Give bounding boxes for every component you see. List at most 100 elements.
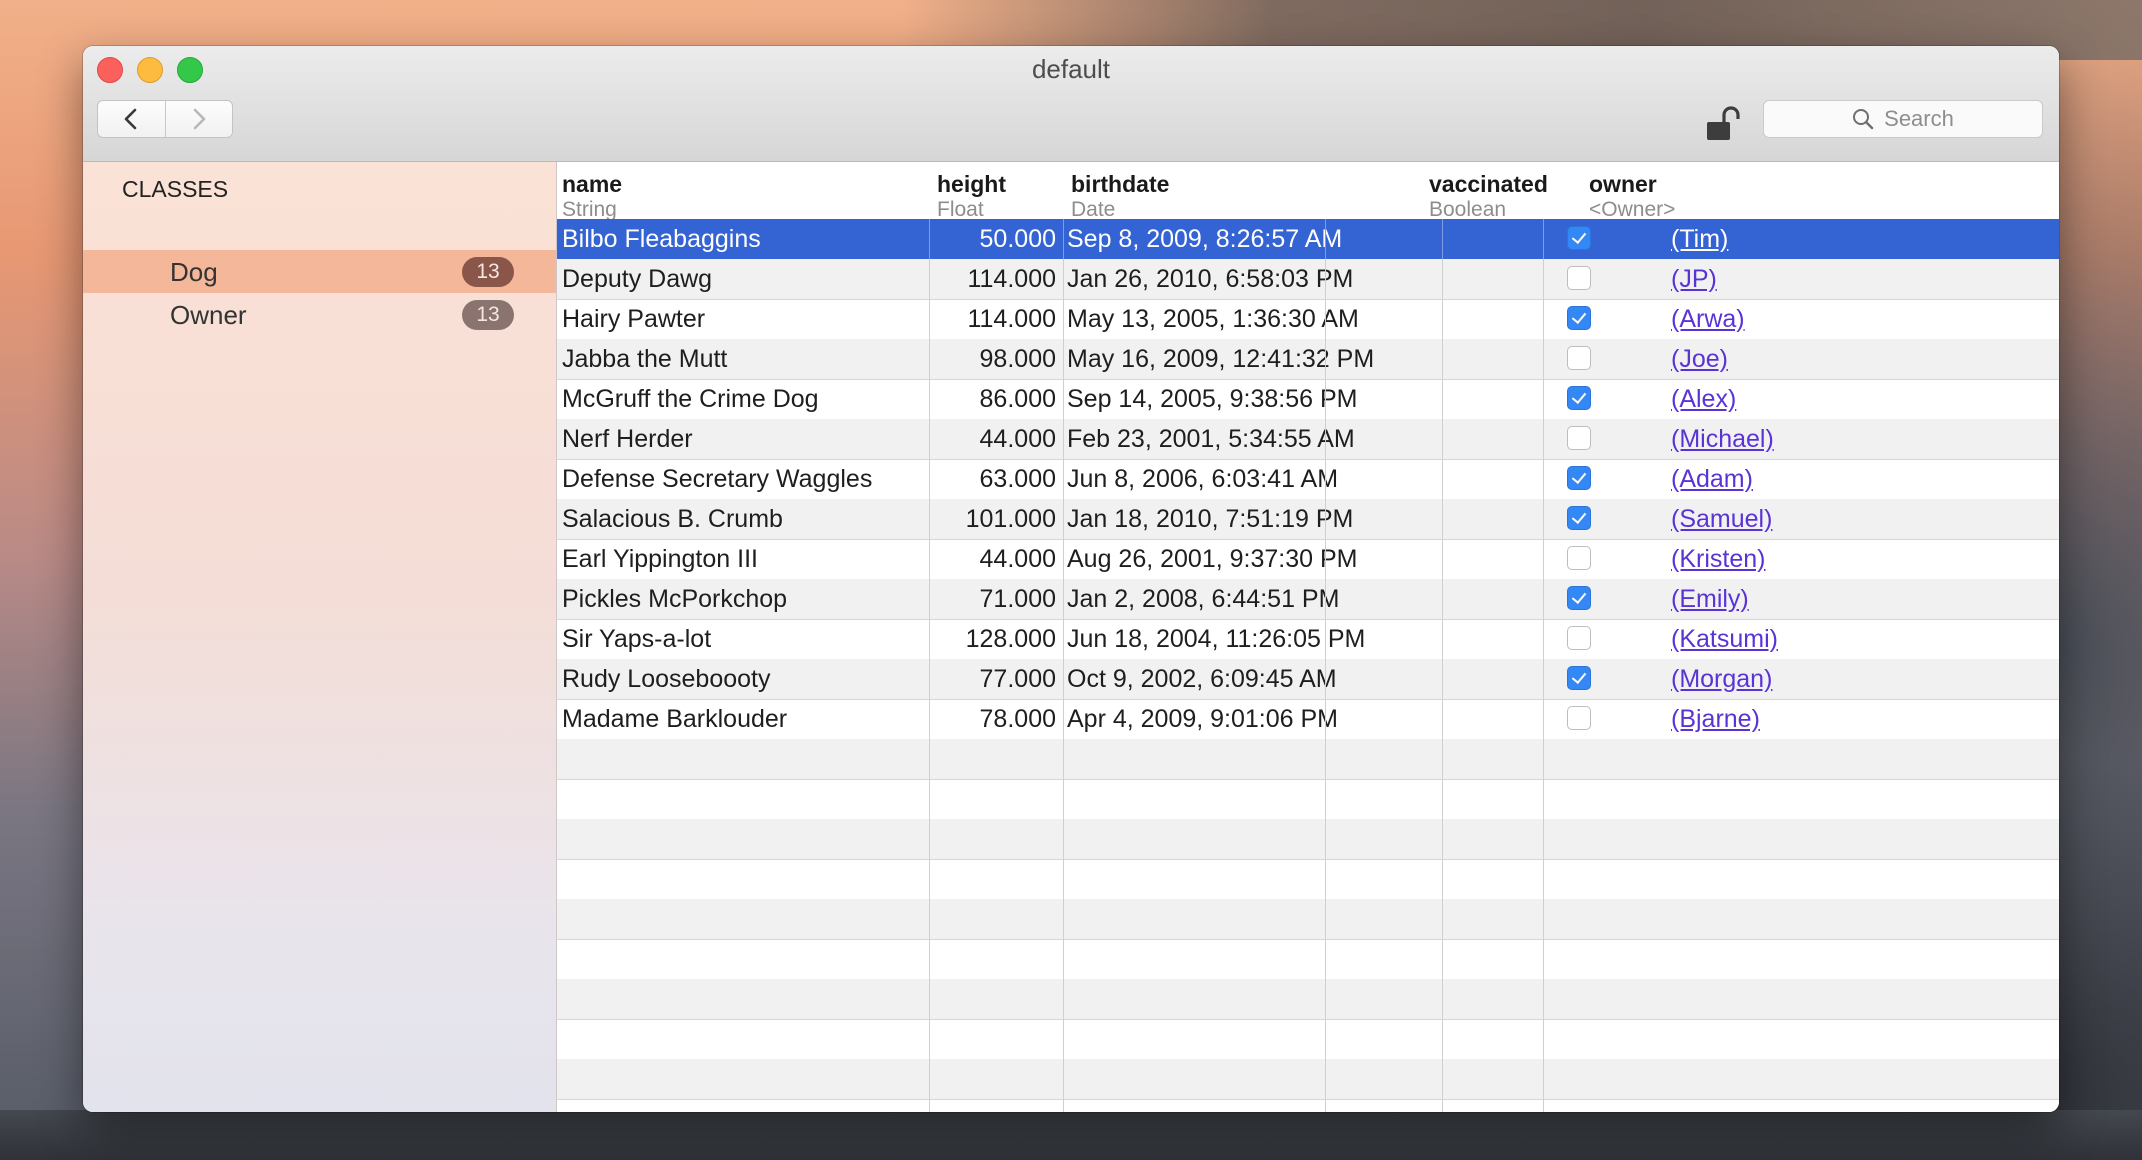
cell-height[interactable]: 63.000	[929, 465, 1056, 494]
cell-height[interactable]: 71.000	[929, 585, 1056, 614]
column-divider	[1543, 1019, 1544, 1059]
owner-link[interactable]: (Michael)	[1671, 425, 1774, 454]
cell-name[interactable]: Defense Secretary Waggles	[562, 465, 872, 494]
cell-birthdate[interactable]: May 16, 2009, 12:41:32 PM	[1067, 345, 1374, 374]
cell-name[interactable]: Salacious B. Crumb	[562, 505, 783, 534]
table-row[interactable]: Nerf Herder 44.000 Feb 23, 2001, 5:34:55 A…	[557, 419, 2059, 460]
owner-link[interactable]: (Morgan)	[1671, 665, 1772, 694]
owner-link[interactable]: (Kristen)	[1671, 545, 1765, 574]
cell-birthdate[interactable]: Jun 18, 2004, 11:26:05 PM	[1067, 625, 1365, 654]
unlocked-padlock-icon	[1707, 106, 1740, 140]
vaccinated-checkbox[interactable]	[1567, 706, 1591, 730]
cell-birthdate[interactable]: Jan 26, 2010, 6:58:03 PM	[1067, 265, 1353, 294]
table-row[interactable]: Salacious B. Crumb 101.000 Jan 18, 2010, 7…	[557, 499, 2059, 540]
sidebar-item-owner[interactable]: Owner 13	[83, 293, 556, 336]
cell-birthdate[interactable]: Aug 26, 2001, 9:37:30 PM	[1067, 545, 1358, 574]
count-badge: 13	[462, 257, 514, 287]
column-divider	[1325, 939, 1326, 979]
table-row[interactable]: Jabba the Mutt 98.000 May 16, 2009, 12:41:…	[557, 339, 2059, 380]
table-row[interactable]: Sir Yaps-a-lot 128.000 Jun 18, 2004, 11:26…	[557, 619, 2059, 660]
search-icon	[1853, 109, 1874, 130]
cell-name[interactable]: Deputy Dawg	[562, 265, 712, 294]
cell-birthdate[interactable]: Jan 18, 2010, 7:51:19 PM	[1067, 505, 1353, 534]
cell-height[interactable]: 86.000	[929, 385, 1056, 414]
cell-height[interactable]: 101.000	[929, 505, 1056, 534]
cell-height[interactable]: 78.000	[929, 705, 1056, 734]
cell-height[interactable]: 44.000	[929, 545, 1056, 574]
sidebar-item-label: Owner	[170, 300, 247, 330]
cell-birthdate[interactable]: Feb 23, 2001, 5:34:55 AM	[1067, 425, 1355, 454]
lock-button[interactable]	[1704, 104, 1744, 144]
vaccinated-checkbox[interactable]	[1567, 666, 1591, 690]
cell-birthdate[interactable]: Sep 8, 2009, 8:26:57 AM	[1067, 225, 1342, 254]
column-divider	[1543, 979, 1544, 1019]
cell-name[interactable]: Rudy Looseboooty	[562, 665, 770, 694]
cell-name[interactable]: Sir Yaps-a-lot	[562, 625, 711, 654]
owner-link[interactable]: (Joe)	[1671, 345, 1728, 374]
cell-name[interactable]: Earl Yippington III	[562, 545, 758, 574]
sidebar-item-dog[interactable]: Dog 13	[83, 250, 556, 293]
cell-name[interactable]: Jabba the Mutt	[562, 345, 727, 374]
cell-height[interactable]: 77.000	[929, 665, 1056, 694]
table-row[interactable]: Bilbo Fleabaggins 50.000 Sep 8, 2009, 8:26…	[557, 219, 2059, 260]
cell-birthdate[interactable]: Oct 9, 2002, 6:09:45 AM	[1067, 665, 1337, 694]
vaccinated-checkbox[interactable]	[1567, 306, 1591, 330]
table-row[interactable]: Defense Secretary Waggles 63.000 Jun 8, 20…	[557, 459, 2059, 500]
cell-name[interactable]: McGruff the Crime Dog	[562, 385, 819, 414]
cell-birthdate[interactable]: Jun 8, 2006, 6:03:41 AM	[1067, 465, 1338, 494]
cell-height[interactable]: 128.000	[929, 625, 1056, 654]
vaccinated-checkbox[interactable]	[1567, 386, 1591, 410]
cell-birthdate[interactable]: Apr 4, 2009, 9:01:06 PM	[1067, 705, 1338, 734]
table-row[interactable]: McGruff the Crime Dog 86.000 Sep 14, 2005,…	[557, 379, 2059, 420]
owner-link[interactable]: (Samuel)	[1671, 505, 1772, 534]
search-field[interactable]: Search	[1763, 100, 2043, 138]
cell-height[interactable]: 44.000	[929, 425, 1056, 454]
owner-link[interactable]: (Katsumi)	[1671, 625, 1778, 654]
vaccinated-checkbox[interactable]	[1567, 626, 1591, 650]
vaccinated-checkbox[interactable]	[1567, 506, 1591, 530]
vaccinated-checkbox[interactable]	[1567, 426, 1591, 450]
table-row[interactable]: Madame Barklouder 78.000 Apr 4, 2009, 9:01…	[557, 699, 2059, 740]
owner-link[interactable]: (Adam)	[1671, 465, 1753, 494]
cell-birthdate[interactable]: May 13, 2005, 1:36:30 AM	[1067, 305, 1359, 334]
cell-name[interactable]: Pickles McPorkchop	[562, 585, 787, 614]
empty-row	[557, 739, 2059, 780]
column-divider	[1543, 699, 1544, 739]
owner-link[interactable]: (Arwa)	[1671, 305, 1745, 334]
column-divider	[1063, 699, 1064, 739]
owner-link[interactable]: (Emily)	[1671, 585, 1749, 614]
table-row[interactable]: Hairy Pawter 114.000 May 13, 2005, 1:36:30…	[557, 299, 2059, 340]
cell-name[interactable]: Nerf Herder	[562, 425, 693, 454]
column-divider	[1325, 419, 1326, 459]
cell-name[interactable]: Hairy Pawter	[562, 305, 705, 334]
forward-button[interactable]	[164, 101, 233, 137]
back-button[interactable]	[98, 101, 165, 137]
cell-height[interactable]: 50.000	[929, 225, 1056, 254]
app-window: default Search CLASSES Dog 13 Owner 13 n…	[83, 46, 2059, 1112]
column-divider	[1063, 459, 1064, 499]
table-row[interactable]: Rudy Looseboooty 77.000 Oct 9, 2002, 6:09:…	[557, 659, 2059, 700]
column-divider	[1442, 219, 1443, 259]
cell-height[interactable]: 114.000	[929, 305, 1056, 334]
owner-link[interactable]: (Alex)	[1671, 385, 1736, 414]
table-row[interactable]: Earl Yippington III 44.000 Aug 26, 2001, 9…	[557, 539, 2059, 580]
table-row[interactable]: Deputy Dawg 114.000 Jan 26, 2010, 6:58:03 …	[557, 259, 2059, 300]
vaccinated-checkbox[interactable]	[1567, 546, 1591, 570]
cell-height[interactable]: 114.000	[929, 265, 1056, 294]
cell-name[interactable]: Bilbo Fleabaggins	[562, 225, 761, 254]
owner-link[interactable]: (Tim)	[1671, 225, 1728, 254]
table-row[interactable]: Pickles McPorkchop 71.000 Jan 2, 2008, 6:4…	[557, 579, 2059, 620]
column-divider	[1543, 1059, 1544, 1099]
owner-link[interactable]: (Bjarne)	[1671, 705, 1760, 734]
cell-birthdate[interactable]: Jan 2, 2008, 6:44:51 PM	[1067, 585, 1339, 614]
cell-birthdate[interactable]: Sep 14, 2005, 9:38:56 PM	[1067, 385, 1358, 414]
column-divider	[929, 1059, 930, 1099]
cell-height[interactable]: 98.000	[929, 345, 1056, 374]
vaccinated-checkbox[interactable]	[1567, 266, 1591, 290]
cell-name[interactable]: Madame Barklouder	[562, 705, 787, 734]
vaccinated-checkbox[interactable]	[1567, 586, 1591, 610]
owner-link[interactable]: (JP)	[1671, 265, 1717, 294]
vaccinated-checkbox[interactable]	[1567, 226, 1591, 250]
vaccinated-checkbox[interactable]	[1567, 466, 1591, 490]
vaccinated-checkbox[interactable]	[1567, 346, 1591, 370]
